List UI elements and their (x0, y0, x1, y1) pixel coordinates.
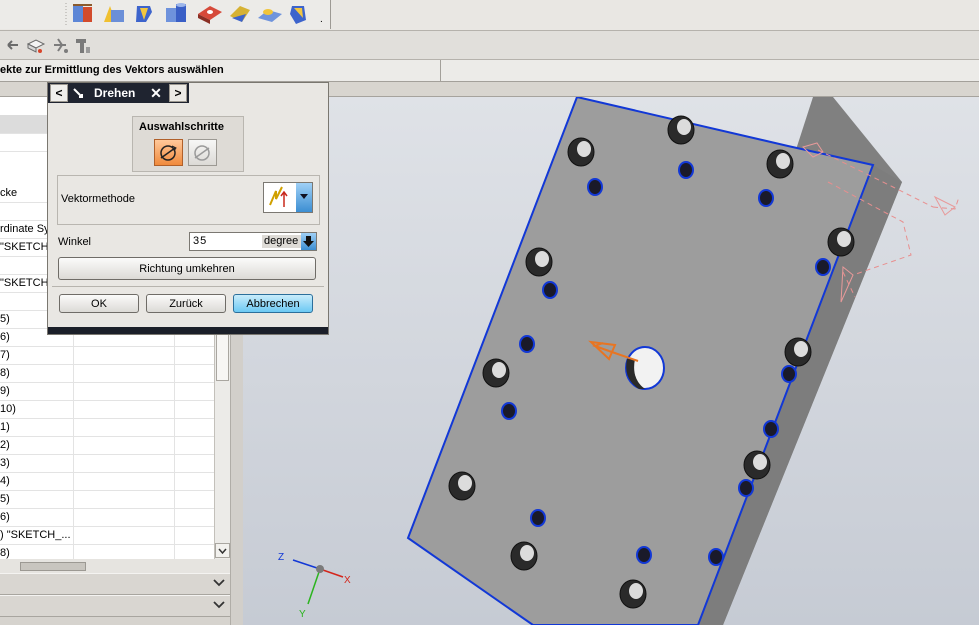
navigator-cell-value (74, 454, 175, 472)
scroll-down-icon[interactable] (215, 543, 231, 559)
status-separator (440, 60, 441, 81)
selection-steps-title: Auswahlschritte (139, 121, 224, 133)
pattern-icon[interactable] (230, 6, 250, 22)
navigator-cell-value (74, 418, 175, 436)
navigator-row[interactable]: 9) (0, 382, 214, 401)
navigator-row[interactable]: 1) (0, 418, 214, 437)
dialog-titlebar[interactable]: < Drehen ✕ > (48, 83, 189, 103)
cue-message: ekte zur Ermittlung des Vektors auswähle… (0, 64, 224, 76)
preview-collapsible[interactable] (0, 595, 230, 617)
svg-text:.: . (320, 14, 323, 25)
navigator-cell-name: 8) (0, 544, 74, 559)
unit-dropdown-icon[interactable] (301, 233, 316, 250)
back-button[interactable]: Zurück (146, 294, 226, 313)
navigator-cell-value (74, 472, 175, 490)
rotate-vector-icon (194, 145, 210, 161)
hole-icon[interactable] (198, 6, 222, 24)
navigator-cell-value (74, 526, 175, 544)
navigator-cell-name: 1) (0, 418, 74, 436)
chevron-down-icon[interactable] (212, 576, 226, 590)
step-object-button[interactable] (154, 139, 183, 166)
angle-value[interactable]: 35 (193, 235, 207, 247)
secondary-toolbar (0, 31, 979, 60)
navigator-cell-name: 8) (0, 364, 74, 382)
pocket-icon[interactable] (166, 3, 186, 22)
cue-line: ekte zur Ermittlung des Vektors auswähle… (0, 60, 979, 82)
navigator-cell-value (74, 364, 175, 382)
extrude-icon[interactable] (136, 6, 152, 22)
feature-icon[interactable] (73, 4, 92, 22)
navigator-row[interactable]: 4) (0, 472, 214, 491)
dialog-divider (52, 286, 324, 287)
navigator-row[interactable]: 3) (0, 454, 214, 473)
navigator-row[interactable]: 8) (0, 364, 214, 383)
navigator-row[interactable]: 6) (0, 508, 214, 527)
navigator-cell-value (74, 382, 175, 400)
snap-point-icon[interactable] (54, 38, 68, 53)
details-collapsible[interactable] (0, 573, 230, 595)
rotate-dialog: < Drehen ✕ > Auswahlschritte Vektormetho… (47, 82, 329, 335)
vector-method-label: Vektormethode (61, 193, 135, 205)
navigator-cell-name: 6) (0, 508, 74, 526)
feature-toolbar-group: . (0, 0, 331, 29)
navigator-row[interactable]: 8) (0, 544, 214, 559)
navigator-cell-value (74, 544, 175, 559)
close-icon[interactable]: ✕ (146, 84, 166, 102)
navigator-cell-value (74, 508, 175, 526)
chevron-down-icon[interactable] (212, 598, 226, 612)
navigator-cell-name: 2) (0, 436, 74, 454)
flange-icon[interactable] (290, 6, 306, 24)
rotate-tool-icon (73, 88, 83, 98)
cancel-button[interactable]: Abbrechen (233, 294, 313, 313)
navigator-cell-name: 5) (0, 490, 74, 508)
navigator-cell-name: ) "SKETCH_... (0, 526, 74, 544)
z-axis-label: Z (278, 552, 284, 563)
rotate-object-icon (160, 145, 177, 161)
navigator-cell-value (74, 346, 175, 364)
navigator-row[interactable]: ) "SKETCH_... (0, 526, 214, 545)
dropdown-chevron-icon[interactable] (296, 183, 312, 212)
prev-step-button[interactable]: < (50, 84, 68, 102)
navigator-row[interactable]: 5) (0, 490, 214, 509)
box-select-icon[interactable] (26, 39, 46, 53)
next-step-button[interactable]: > (169, 84, 187, 102)
transform-icon[interactable] (76, 39, 90, 53)
angle-field[interactable]: 35 degree (189, 232, 317, 251)
hscroll-thumb[interactable] (20, 562, 86, 571)
x-axis-label: X (344, 575, 351, 586)
selection-steps-group: Auswahlschritte (132, 116, 244, 172)
vector-method-group: Vektormethode (57, 175, 320, 225)
reverse-direction-button[interactable]: Richtung umkehren (58, 257, 316, 280)
blend-icon[interactable] (104, 6, 124, 22)
navigator-cell-name: 10) (0, 400, 74, 418)
view-triad: Z X Y (278, 552, 351, 620)
vector-method-dropdown[interactable] (263, 182, 313, 213)
navigator-cell-name: 3) (0, 454, 74, 472)
main-toolbar: . (0, 0, 979, 31)
undo-icon[interactable] (7, 40, 18, 50)
bend-icon[interactable] (258, 9, 282, 22)
angle-unit[interactable]: degree (262, 235, 302, 248)
navigator-cell-value (74, 436, 175, 454)
horizontal-scrollbar[interactable] (0, 559, 230, 573)
navigator-row[interactable]: 7) (0, 346, 214, 365)
dialog-title: Drehen (94, 86, 136, 100)
navigator-row[interactable]: 2) (0, 436, 214, 455)
navigator-cell-name: 7) (0, 346, 74, 364)
ok-button[interactable]: OK (59, 294, 139, 313)
step-vector-button[interactable] (188, 139, 217, 166)
graphics-viewport[interactable]: Z X Y (243, 97, 979, 625)
navigator-row[interactable]: 10) (0, 400, 214, 419)
navigator-cell-name: 9) (0, 382, 74, 400)
dialog-bottom-bar (48, 327, 328, 334)
navigator-cell-name: 4) (0, 472, 74, 490)
navigator-cell-value (74, 490, 175, 508)
inferred-vector-icon (269, 186, 288, 207)
navigator-cell-value (74, 400, 175, 418)
angle-label: Winkel (58, 236, 92, 248)
y-axis-label: Y (299, 609, 306, 620)
